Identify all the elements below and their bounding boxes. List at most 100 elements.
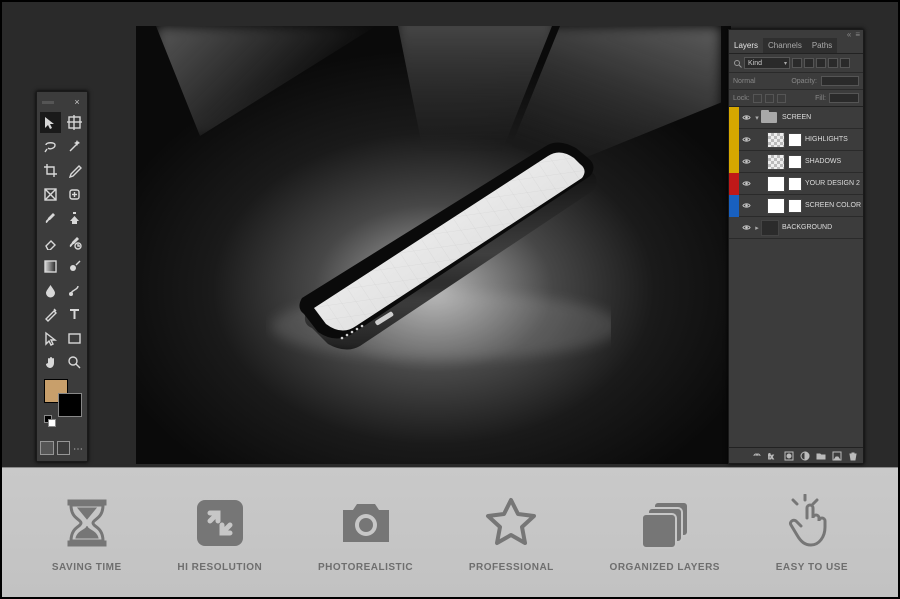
phone-mockup (266, 116, 611, 371)
canvas[interactable] (136, 26, 731, 464)
tool-pen[interactable] (40, 304, 61, 325)
feature-easy-to-use: EASY TO USE (776, 493, 848, 573)
layer-row[interactable]: SCREEN COLOR (729, 195, 863, 217)
feature-professional: PROFESSIONAL (469, 493, 554, 573)
visibility-icon[interactable] (739, 223, 753, 232)
layer-name: BACKGROUND (782, 224, 832, 231)
layer-row[interactable]: SHADOWS (729, 151, 863, 173)
visibility-icon[interactable] (739, 113, 753, 122)
visibility-icon[interactable] (739, 157, 753, 166)
layer-row[interactable]: YOUR DESIGN 2 (729, 173, 863, 195)
tool-dodge[interactable] (64, 256, 85, 277)
tool-lasso[interactable] (40, 136, 61, 157)
tool-blur[interactable] (40, 280, 61, 301)
blend-mode-label: Normal (733, 78, 756, 85)
feature-label: PHOTOREALISTIC (318, 562, 413, 573)
fx-icon[interactable]: fx (768, 451, 778, 461)
screen-mode-standard-icon[interactable] (40, 441, 54, 455)
layer-thumb (767, 198, 785, 214)
opacity-label: Opacity: (791, 78, 817, 85)
tab-channels[interactable]: Channels (763, 38, 807, 53)
layer-row[interactable]: ▸BACKGROUND (729, 217, 863, 239)
folder-icon[interactable] (816, 451, 826, 461)
organized-layers-icon (635, 493, 695, 553)
tool-brush[interactable] (40, 208, 61, 229)
new-layer-icon[interactable] (832, 451, 842, 461)
feature-label: HI RESOLUTION (177, 562, 262, 573)
close-icon[interactable]: × (72, 97, 82, 107)
filter-type-icon[interactable] (816, 58, 826, 68)
tool-spot-heal[interactable] (64, 184, 85, 205)
filter-shape-icon[interactable] (828, 58, 838, 68)
tool-rectangle[interactable] (64, 328, 85, 349)
feature-label: PROFESSIONAL (469, 562, 554, 573)
lock-position-icon[interactable] (765, 94, 774, 103)
filter-pixel-icon[interactable] (792, 58, 802, 68)
tool-eraser[interactable] (40, 232, 61, 253)
layer-thumb (767, 154, 785, 170)
tool-path-select[interactable] (40, 328, 61, 349)
tool-history-brush[interactable] (64, 232, 85, 253)
tool-wand[interactable] (64, 136, 85, 157)
tool-clone[interactable] (64, 208, 85, 229)
adjustment-icon[interactable] (800, 451, 810, 461)
layer-thumb (767, 176, 785, 192)
feature-organized-layers: ORGANIZED LAYERS (610, 493, 720, 573)
tool-artboard[interactable] (64, 112, 85, 133)
tool-eyedropper[interactable] (64, 160, 85, 181)
feature-label: ORGANIZED LAYERS (610, 562, 720, 573)
tool-frame[interactable] (40, 184, 61, 205)
link-layers-icon[interactable] (752, 451, 762, 461)
layer-row[interactable]: ▾SCREEN (729, 107, 863, 129)
collapse-icon[interactable]: « (847, 30, 851, 39)
layer-name: SCREEN COLOR (805, 202, 861, 209)
layer-list: ▾SCREEN HIGHLIGHTS SHADOWSYOUR DESIGN 2 SCR… (729, 107, 863, 239)
visibility-icon[interactable] (739, 201, 753, 210)
panel-menu-icon[interactable]: ≡ (855, 30, 860, 39)
background-swatch[interactable] (58, 393, 82, 417)
filter-smart-icon[interactable] (840, 58, 850, 68)
tab-paths[interactable]: Paths (807, 38, 837, 53)
lock-all-icon[interactable] (777, 94, 786, 103)
photorealistic-icon (336, 493, 396, 553)
fill-input[interactable] (829, 93, 859, 103)
tool-move[interactable] (40, 112, 61, 133)
professional-icon (481, 493, 541, 553)
screen-mode-full-icon[interactable] (57, 441, 71, 455)
opacity-input[interactable] (821, 76, 859, 86)
easy-to-use-icon (782, 493, 842, 553)
feature-bar: SAVING TIME HI RESOLUTION PHOTOREALISTIC PR… (2, 467, 898, 597)
layer-name: SCREEN (782, 114, 811, 121)
tool-hand[interactable] (40, 352, 61, 373)
lock-pixels-icon[interactable] (753, 94, 762, 103)
layer-mask-thumb (788, 199, 802, 213)
layer-row[interactable]: HIGHLIGHTS (729, 129, 863, 151)
canvas-image (136, 26, 731, 464)
feature-label: EASY TO USE (776, 562, 848, 573)
trash-icon[interactable] (848, 451, 858, 461)
more-icon[interactable]: ⋯ (73, 444, 84, 455)
panel-grip-icon[interactable] (42, 101, 54, 104)
tool-smudge[interactable] (64, 280, 85, 301)
layers-panel: « ≡ LayersChannelsPaths Kind Normal Opaci… (728, 29, 864, 464)
visibility-icon[interactable] (739, 179, 753, 188)
visibility-icon[interactable] (739, 135, 753, 144)
layer-thumb (767, 132, 785, 148)
tool-gradient[interactable] (40, 256, 61, 277)
feature-saving-time: SAVING TIME (52, 493, 122, 573)
filter-kind-dropdown[interactable]: Kind (744, 57, 790, 69)
tab-layers[interactable]: Layers (729, 38, 763, 53)
layers-panel-footer: fx (729, 447, 863, 463)
feature-photorealistic: PHOTOREALISTIC (318, 493, 413, 573)
tool-crop[interactable] (40, 160, 61, 181)
panel-tabs: LayersChannelsPaths (729, 38, 863, 54)
tool-grid (40, 112, 84, 373)
svg-text:fx: fx (768, 454, 774, 461)
tool-zoom[interactable] (64, 352, 85, 373)
color-swatches[interactable] (40, 379, 84, 413)
lock-label: Lock: (733, 95, 750, 102)
tool-type[interactable] (64, 304, 85, 325)
mask-icon[interactable] (784, 451, 794, 461)
filter-adjust-icon[interactable] (804, 58, 814, 68)
layer-name: HIGHLIGHTS (805, 136, 848, 143)
